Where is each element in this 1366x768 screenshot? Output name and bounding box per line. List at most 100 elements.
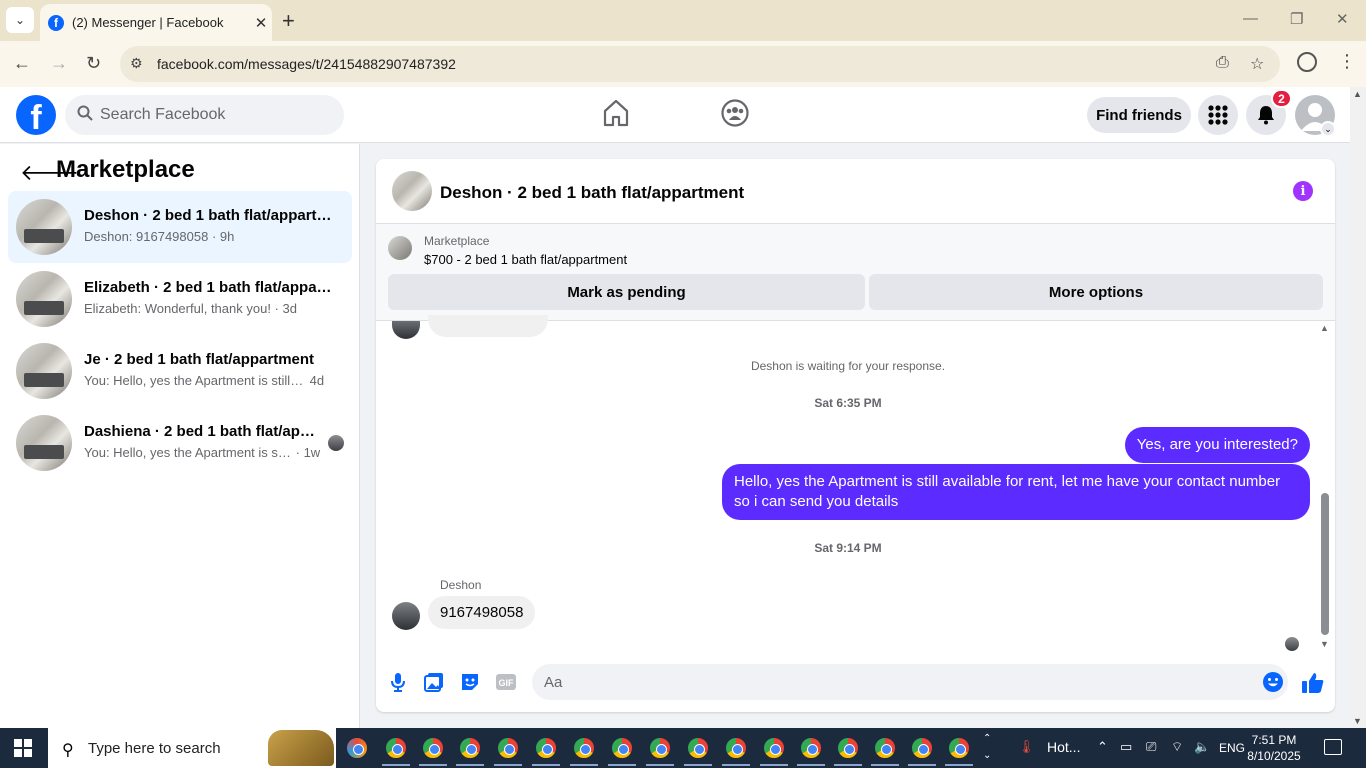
browser-toolbar: ← → ↻ ⚙ facebook.com/messages/t/24154882… bbox=[0, 41, 1366, 87]
chrome-icon[interactable] bbox=[570, 737, 598, 766]
browser-tab-active[interactable]: f (2) Messenger | Facebook ✕ bbox=[40, 4, 272, 41]
restore-icon[interactable]: ❐ bbox=[1290, 10, 1303, 28]
install-app-icon[interactable]: ⎙ bbox=[1216, 54, 1229, 72]
svg-text:GIF: GIF bbox=[499, 678, 515, 688]
chrome-icon[interactable] bbox=[532, 737, 560, 766]
tab-close-icon[interactable]: ✕ bbox=[250, 14, 272, 32]
chrome-icon[interactable] bbox=[494, 737, 522, 766]
minimize-icon[interactable]: — bbox=[1243, 10, 1258, 27]
chrome-icon[interactable] bbox=[834, 737, 862, 766]
scroll-up-icon[interactable]: ▲ bbox=[1353, 89, 1362, 99]
outgoing-message[interactable]: Yes, are you interested? bbox=[1124, 427, 1310, 463]
listing-avatar bbox=[16, 271, 72, 327]
app-icon[interactable] bbox=[346, 737, 368, 759]
chat-title[interactable]: Deshon · 2 bed 1 bath flat/appartment bbox=[440, 183, 744, 203]
chrome-icon[interactable] bbox=[456, 737, 484, 766]
chrome-icon[interactable] bbox=[908, 737, 936, 766]
more-options-button[interactable]: More options bbox=[869, 274, 1323, 310]
scroll-thumb[interactable] bbox=[1321, 493, 1329, 635]
reload-icon[interactable]: ↻ bbox=[86, 53, 101, 74]
tab-search-dropdown[interactable]: ⌄ bbox=[6, 7, 34, 33]
taskbar-clock[interactable]: 7:51 PM 8/10/2025 bbox=[1244, 732, 1304, 764]
back-icon[interactable]: ← bbox=[13, 53, 31, 74]
bookmark-star-icon[interactable]: ☆ bbox=[1250, 54, 1264, 74]
facebook-search-input[interactable]: Search Facebook bbox=[65, 95, 344, 135]
groups-icon[interactable] bbox=[721, 99, 749, 127]
message-input[interactable]: Aa bbox=[532, 664, 1288, 700]
conversation-item[interactable]: Elizabeth · 2 bed 1 bath flat/appartment… bbox=[8, 263, 352, 335]
chrome-icon[interactable] bbox=[871, 737, 899, 766]
chrome-icon[interactable] bbox=[684, 737, 712, 766]
listing-thumbnail[interactable] bbox=[388, 236, 412, 260]
clock-time: 7:51 PM bbox=[1251, 733, 1297, 747]
taskbar-scroll-icon[interactable]: ⌃ ⌄ bbox=[983, 730, 991, 764]
search-icon bbox=[77, 105, 93, 121]
emoji-icon[interactable] bbox=[1262, 671, 1284, 693]
chrome-icon[interactable] bbox=[646, 737, 674, 766]
chrome-icon[interactable] bbox=[797, 737, 825, 766]
search-icon: ⚲ bbox=[62, 742, 74, 759]
sender-avatar[interactable] bbox=[392, 602, 420, 630]
chrome-icon[interactable] bbox=[760, 737, 788, 766]
outgoing-message[interactable]: Hello, yes the Apartment is still availa… bbox=[722, 464, 1310, 520]
gif-icon[interactable]: GIF bbox=[495, 671, 517, 693]
scroll-down-icon[interactable]: ▼ bbox=[1320, 639, 1329, 649]
battery-icon[interactable]: ▭ bbox=[1120, 739, 1132, 755]
browser-profile-icon[interactable] bbox=[1297, 52, 1317, 72]
sender-name: Deshon bbox=[440, 578, 482, 592]
thumbs-up-icon[interactable] bbox=[1301, 671, 1325, 695]
chat-avatar[interactable] bbox=[392, 171, 432, 211]
facebook-favicon-icon: f bbox=[48, 14, 64, 31]
marketplace-sidebar: 🡐 Marketplace Deshon · 2 bed 1 bath flat… bbox=[0, 144, 360, 728]
url-text[interactable]: facebook.com/messages/t/2415488290748739… bbox=[157, 56, 456, 72]
new-tab-button[interactable]: + bbox=[282, 8, 295, 34]
facebook-header: f Search Facebook Find friends 2 ⌄ bbox=[0, 87, 1350, 143]
thermometer-icon: 🌡 bbox=[1018, 739, 1035, 754]
chrome-icon[interactable] bbox=[608, 737, 636, 766]
listing-title[interactable]: $700 - 2 bed 1 bath flat/appartment bbox=[424, 252, 627, 267]
search-placeholder: Search Facebook bbox=[100, 106, 226, 123]
scroll-up-icon[interactable]: ▲ bbox=[1320, 323, 1329, 333]
page-scrollbar[interactable]: ▲ ▼ bbox=[1350, 87, 1366, 728]
conversation-snippet: Deshon: 9167498058 · 9h bbox=[84, 229, 235, 244]
address-bar[interactable]: ⚙ facebook.com/messages/t/24154882907487… bbox=[120, 46, 1280, 82]
conversation-item[interactable]: Deshon · 2 bed 1 bath flat/appartment De… bbox=[8, 191, 352, 263]
message-bubble-partial bbox=[428, 315, 548, 337]
browser-menu-icon[interactable]: ⋮ bbox=[1338, 51, 1356, 72]
sender-avatar bbox=[392, 321, 420, 339]
wifi-icon[interactable]: ⌔ bbox=[1171, 739, 1183, 755]
taskbar-search-input[interactable]: ⚲ Type here to search bbox=[48, 728, 336, 768]
sticker-icon[interactable] bbox=[459, 671, 481, 693]
chevron-down-icon[interactable]: ⌄ bbox=[1320, 121, 1336, 137]
chrome-icon[interactable] bbox=[382, 737, 410, 766]
scroll-down-icon[interactable]: ▼ bbox=[1353, 716, 1362, 726]
info-icon[interactable]: i bbox=[1293, 181, 1313, 201]
forward-icon[interactable]: → bbox=[50, 53, 68, 74]
windows-start-icon[interactable] bbox=[14, 739, 32, 757]
facebook-logo-icon[interactable]: f bbox=[16, 95, 56, 135]
conversation-item[interactable]: Dashiena · 2 bed 1 bath flat/appartment … bbox=[8, 407, 352, 479]
photo-icon[interactable] bbox=[423, 671, 445, 693]
home-icon[interactable] bbox=[603, 99, 629, 127]
mark-pending-button[interactable]: Mark as pending bbox=[388, 274, 865, 310]
tab-title: (2) Messenger | Facebook bbox=[72, 15, 224, 30]
chevron-up-icon[interactable]: ⌃ bbox=[1097, 739, 1108, 755]
menu-grid-button[interactable] bbox=[1198, 95, 1238, 135]
notification-center-icon[interactable] bbox=[1324, 739, 1342, 755]
meet-now-icon[interactable]: ⎚ bbox=[1146, 739, 1156, 755]
site-info-icon[interactable]: ⚙ bbox=[130, 55, 143, 72]
language-indicator[interactable]: ENG bbox=[1219, 741, 1245, 755]
system-message: Deshon is waiting for your response. bbox=[750, 359, 946, 373]
microphone-icon[interactable] bbox=[387, 671, 409, 693]
window-close-icon[interactable]: ✕ bbox=[1336, 10, 1349, 28]
chrome-icon[interactable] bbox=[722, 737, 750, 766]
conversation-item[interactable]: Je · 2 bed 1 bath flat/appartment You: H… bbox=[8, 335, 352, 407]
incoming-message[interactable]: 9167498058 bbox=[428, 596, 536, 629]
chrome-icon[interactable] bbox=[419, 737, 447, 766]
volume-icon[interactable]: 🔈 bbox=[1194, 739, 1210, 755]
thread-scrollbar[interactable]: ▲ ▼ bbox=[1318, 323, 1332, 653]
chrome-icon[interactable] bbox=[945, 737, 973, 766]
find-friends-button[interactable]: Find friends bbox=[1087, 97, 1191, 133]
timestamp: Sat 6:35 PM bbox=[814, 396, 882, 410]
weather-text[interactable]: Hot... bbox=[1047, 739, 1080, 755]
